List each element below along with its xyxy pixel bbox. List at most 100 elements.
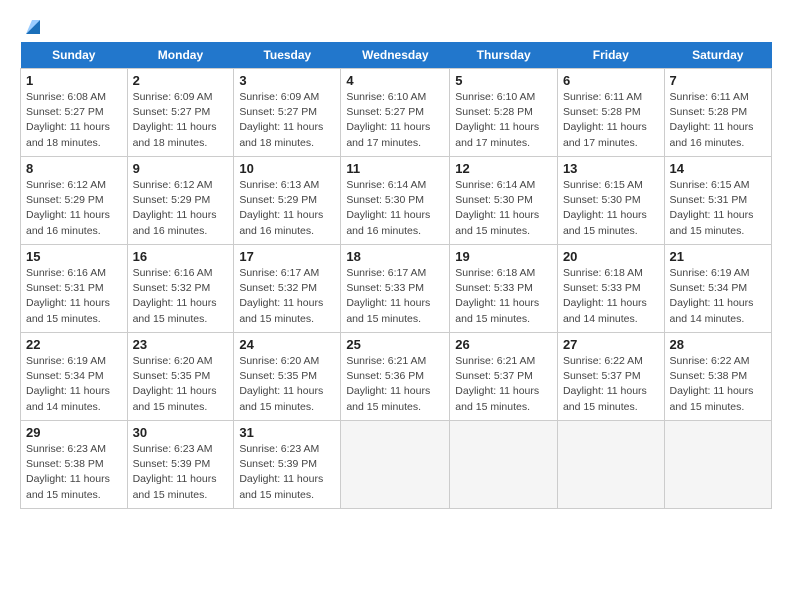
day-number: 25 [346,337,444,352]
calendar-table: SundayMondayTuesdayWednesdayThursdayFrid… [20,42,772,509]
day-cell-9: 9Sunrise: 6:12 AMSunset: 5:29 PMDaylight… [127,157,234,245]
day-cell-31: 31 Sunrise: 6:23 AMSunset: 5:39 PMDayligh… [234,421,341,509]
col-header-monday: Monday [127,42,234,69]
day-number: 7 [670,73,766,88]
day-cell-4: 4Sunrise: 6:10 AMSunset: 5:27 PMDaylight… [341,69,450,157]
day-cell-12: 12Sunrise: 6:14 AMSunset: 5:30 PMDayligh… [450,157,558,245]
day-number: 19 [455,249,552,264]
day-number: 15 [26,249,122,264]
day-detail: Sunrise: 6:20 AMSunset: 5:35 PMDaylight:… [239,354,335,415]
day-number: 20 [563,249,659,264]
day-detail: Sunrise: 6:09 AMSunset: 5:27 PMDaylight:… [239,90,335,151]
day-number: 29 [26,425,122,440]
day-number: 17 [239,249,335,264]
day-detail: Sunrise: 6:14 AMSunset: 5:30 PMDaylight:… [346,178,444,239]
day-number: 11 [346,161,444,176]
day-cell-1: 1 Sunrise: 6:08 AMSunset: 5:27 PMDaylight… [21,69,128,157]
day-detail: Sunrise: 6:18 AMSunset: 5:33 PMDaylight:… [563,266,659,327]
day-number: 23 [133,337,229,352]
day-number: 10 [239,161,335,176]
day-number: 6 [563,73,659,88]
day-cell-22: 22Sunrise: 6:19 AMSunset: 5:34 PMDayligh… [21,333,128,421]
day-cell-29: 29 Sunrise: 6:23 AMSunset: 5:38 PMDayligh… [21,421,128,509]
day-detail: Sunrise: 6:22 AMSunset: 5:38 PMDaylight:… [670,354,766,415]
empty-cell [664,421,771,509]
day-detail: Sunrise: 6:11 AMSunset: 5:28 PMDaylight:… [563,90,659,151]
day-detail: Sunrise: 6:10 AMSunset: 5:27 PMDaylight:… [346,90,444,151]
day-cell-23: 23 Sunrise: 6:20 AMSunset: 5:35 PMDayligh… [127,333,234,421]
day-cell-5: 5 Sunrise: 6:10 AMSunset: 5:28 PMDaylight… [450,69,558,157]
day-cell-10: 10 Sunrise: 6:13 AMSunset: 5:29 PMDayligh… [234,157,341,245]
empty-cell [341,421,450,509]
day-cell-6: 6 Sunrise: 6:11 AMSunset: 5:28 PMDaylight… [557,69,664,157]
week-row-3: 15 Sunrise: 6:16 AMSunset: 5:31 PMDayligh… [21,245,772,333]
day-detail: Sunrise: 6:08 AMSunset: 5:27 PMDaylight:… [26,90,122,151]
day-cell-8: 8 Sunrise: 6:12 AMSunset: 5:29 PMDaylight… [21,157,128,245]
col-header-sunday: Sunday [21,42,128,69]
day-detail: Sunrise: 6:16 AMSunset: 5:32 PMDaylight:… [133,266,229,327]
day-detail: Sunrise: 6:12 AMSunset: 5:29 PMDaylight:… [26,178,122,239]
day-detail: Sunrise: 6:17 AMSunset: 5:32 PMDaylight:… [239,266,335,327]
empty-cell [557,421,664,509]
week-row-1: 1 Sunrise: 6:08 AMSunset: 5:27 PMDaylight… [21,69,772,157]
day-cell-27: 27 Sunrise: 6:22 AMSunset: 5:37 PMDayligh… [557,333,664,421]
day-cell-2: 2 Sunrise: 6:09 AMSunset: 5:27 PMDaylight… [127,69,234,157]
week-row-5: 29 Sunrise: 6:23 AMSunset: 5:38 PMDayligh… [21,421,772,509]
logo [20,16,44,34]
week-row-2: 8 Sunrise: 6:12 AMSunset: 5:29 PMDaylight… [21,157,772,245]
day-detail: Sunrise: 6:09 AMSunset: 5:27 PMDaylight:… [133,90,229,151]
day-number: 18 [346,249,444,264]
day-detail: Sunrise: 6:16 AMSunset: 5:31 PMDaylight:… [26,266,122,327]
day-number: 27 [563,337,659,352]
day-number: 28 [670,337,766,352]
day-number: 14 [670,161,766,176]
day-cell-11: 11 Sunrise: 6:14 AMSunset: 5:30 PMDayligh… [341,157,450,245]
day-number: 9 [133,161,229,176]
day-detail: Sunrise: 6:15 AMSunset: 5:31 PMDaylight:… [670,178,766,239]
day-detail: Sunrise: 6:21 AMSunset: 5:37 PMDaylight:… [455,354,552,415]
day-cell-28: 28 Sunrise: 6:22 AMSunset: 5:38 PMDayligh… [664,333,771,421]
day-cell-3: 3 Sunrise: 6:09 AMSunset: 5:27 PMDaylight… [234,69,341,157]
day-number: 3 [239,73,335,88]
day-number: 31 [239,425,335,440]
day-number: 8 [26,161,122,176]
day-cell-20: 20 Sunrise: 6:18 AMSunset: 5:33 PMDayligh… [557,245,664,333]
col-header-friday: Friday [557,42,664,69]
day-detail: Sunrise: 6:18 AMSunset: 5:33 PMDaylight:… [455,266,552,327]
day-cell-17: 17 Sunrise: 6:17 AMSunset: 5:32 PMDayligh… [234,245,341,333]
day-cell-16: 16Sunrise: 6:16 AMSunset: 5:32 PMDayligh… [127,245,234,333]
day-detail: Sunrise: 6:23 AMSunset: 5:39 PMDaylight:… [239,442,335,503]
day-cell-18: 18 Sunrise: 6:17 AMSunset: 5:33 PMDayligh… [341,245,450,333]
week-row-4: 22Sunrise: 6:19 AMSunset: 5:34 PMDayligh… [21,333,772,421]
calendar-header-row: SundayMondayTuesdayWednesdayThursdayFrid… [21,42,772,69]
logo-icon [22,16,44,38]
day-cell-24: 24Sunrise: 6:20 AMSunset: 5:35 PMDayligh… [234,333,341,421]
day-number: 5 [455,73,552,88]
day-number: 2 [133,73,229,88]
day-cell-14: 14 Sunrise: 6:15 AMSunset: 5:31 PMDayligh… [664,157,771,245]
col-header-saturday: Saturday [664,42,771,69]
col-header-thursday: Thursday [450,42,558,69]
day-detail: Sunrise: 6:10 AMSunset: 5:28 PMDaylight:… [455,90,552,151]
day-cell-25: 25 Sunrise: 6:21 AMSunset: 5:36 PMDayligh… [341,333,450,421]
day-detail: Sunrise: 6:15 AMSunset: 5:30 PMDaylight:… [563,178,659,239]
day-number: 1 [26,73,122,88]
day-detail: Sunrise: 6:14 AMSunset: 5:30 PMDaylight:… [455,178,552,239]
day-number: 22 [26,337,122,352]
day-cell-19: 19 Sunrise: 6:18 AMSunset: 5:33 PMDayligh… [450,245,558,333]
day-detail: Sunrise: 6:23 AMSunset: 5:38 PMDaylight:… [26,442,122,503]
day-detail: Sunrise: 6:13 AMSunset: 5:29 PMDaylight:… [239,178,335,239]
day-cell-13: 13 Sunrise: 6:15 AMSunset: 5:30 PMDayligh… [557,157,664,245]
day-detail: Sunrise: 6:17 AMSunset: 5:33 PMDaylight:… [346,266,444,327]
day-detail: Sunrise: 6:11 AMSunset: 5:28 PMDaylight:… [670,90,766,151]
day-detail: Sunrise: 6:22 AMSunset: 5:37 PMDaylight:… [563,354,659,415]
day-cell-21: 21Sunrise: 6:19 AMSunset: 5:34 PMDayligh… [664,245,771,333]
day-number: 21 [670,249,766,264]
day-detail: Sunrise: 6:20 AMSunset: 5:35 PMDaylight:… [133,354,229,415]
day-cell-26: 26Sunrise: 6:21 AMSunset: 5:37 PMDayligh… [450,333,558,421]
day-cell-15: 15 Sunrise: 6:16 AMSunset: 5:31 PMDayligh… [21,245,128,333]
empty-cell [450,421,558,509]
day-detail: Sunrise: 6:21 AMSunset: 5:36 PMDaylight:… [346,354,444,415]
day-number: 13 [563,161,659,176]
col-header-wednesday: Wednesday [341,42,450,69]
